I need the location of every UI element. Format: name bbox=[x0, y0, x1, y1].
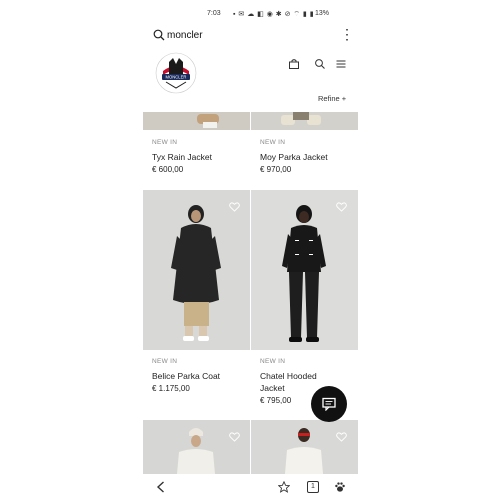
product-name[interactable]: Tyx Rain Jacket bbox=[152, 152, 212, 163]
moncler-logo[interactable]: MONCLER bbox=[155, 52, 197, 94]
product-price: € 970,00 bbox=[260, 165, 292, 174]
product-price: € 795,00 bbox=[260, 396, 292, 405]
favorite-heart-icon[interactable] bbox=[229, 432, 240, 442]
favorite-heart-icon[interactable] bbox=[336, 202, 347, 212]
search-query[interactable]: moncler bbox=[167, 30, 203, 41]
tabs-switcher-icon[interactable]: 1 bbox=[307, 481, 319, 493]
product-name-line-1[interactable]: Chatel Hooded bbox=[260, 371, 317, 382]
model-photo-belice bbox=[171, 205, 221, 341]
product-image[interactable] bbox=[251, 190, 358, 350]
product-card-moy[interactable]: NEW IN Moy Parka Jacket € 970,00 bbox=[251, 112, 358, 182]
search-icon bbox=[153, 29, 165, 41]
menu-icon[interactable] bbox=[335, 58, 347, 70]
model-photo-chatel bbox=[282, 205, 326, 342]
status-bar: 7:03 ▪ ✉ ☁ ◧ ◉ ✱ ⊘ ⌔ ▮ ▮ 13% bbox=[143, 0, 358, 26]
status-icons: ▪ ✉ ☁ ◧ ◉ ✱ ⊘ ⌔ ▮ ▮ bbox=[233, 11, 315, 18]
more-options-icon[interactable]: ⋮ bbox=[340, 27, 354, 41]
favorite-heart-icon[interactable] bbox=[336, 432, 347, 442]
product-photo-crop bbox=[197, 114, 219, 128]
new-in-badge: NEW IN bbox=[152, 139, 178, 146]
search-icon[interactable] bbox=[314, 58, 326, 70]
new-in-badge: NEW IN bbox=[260, 358, 286, 365]
product-card-tyx[interactable]: NEW IN Tyx Rain Jacket € 600,00 bbox=[143, 112, 250, 182]
product-image[interactable] bbox=[143, 420, 250, 474]
product-price: € 600,00 bbox=[152, 165, 184, 174]
new-in-badge: NEW IN bbox=[260, 139, 286, 146]
paw-menu-icon[interactable] bbox=[334, 481, 346, 493]
browser-bottom-nav: 1 bbox=[143, 474, 358, 500]
browser-search-bar[interactable]: moncler ⋮ bbox=[143, 26, 358, 46]
back-arrow-icon[interactable] bbox=[156, 481, 166, 493]
product-image[interactable] bbox=[143, 112, 250, 130]
product-name[interactable]: Moy Parka Jacket bbox=[260, 152, 328, 163]
product-image[interactable] bbox=[143, 190, 250, 350]
product-card-row3-right[interactable] bbox=[251, 420, 358, 474]
product-price: € 1.175,00 bbox=[152, 384, 190, 393]
svg-text:MONCLER: MONCLER bbox=[166, 75, 187, 80]
model-photo-row3-left bbox=[177, 428, 215, 474]
product-name[interactable]: Belice Parka Coat bbox=[152, 371, 220, 382]
battery-level: 13% bbox=[315, 10, 330, 17]
phone-screen: 7:03 ▪ ✉ ☁ ◧ ◉ ✱ ⊘ ⌔ ▮ ▮ 13% moncler ⋮ M… bbox=[143, 0, 358, 500]
shopping-bag-icon[interactable] bbox=[288, 58, 300, 70]
product-image[interactable] bbox=[251, 112, 358, 130]
product-photo-crop bbox=[281, 112, 321, 125]
favorite-heart-icon[interactable] bbox=[229, 202, 240, 212]
product-card-row3-left[interactable] bbox=[143, 420, 250, 474]
site-header: MONCLER Refine + bbox=[143, 46, 358, 110]
new-in-badge: NEW IN bbox=[152, 358, 178, 365]
refine-button[interactable]: Refine + bbox=[318, 94, 346, 103]
tabs-count: 1 bbox=[311, 483, 315, 490]
bookmark-star-icon[interactable] bbox=[278, 481, 290, 493]
chat-button[interactable] bbox=[311, 386, 347, 422]
product-name-line-2[interactable]: Jacket bbox=[260, 383, 285, 394]
status-time: 7:03 bbox=[207, 10, 221, 17]
product-card-belice[interactable]: NEW IN Belice Parka Coat € 1.175,00 bbox=[143, 190, 250, 418]
product-card-chatel[interactable]: NEW IN Chatel Hooded Jacket € 795,00 bbox=[251, 190, 358, 418]
model-photo-row3-right bbox=[285, 428, 323, 474]
chat-icon bbox=[322, 397, 336, 411]
product-image[interactable] bbox=[251, 420, 358, 474]
